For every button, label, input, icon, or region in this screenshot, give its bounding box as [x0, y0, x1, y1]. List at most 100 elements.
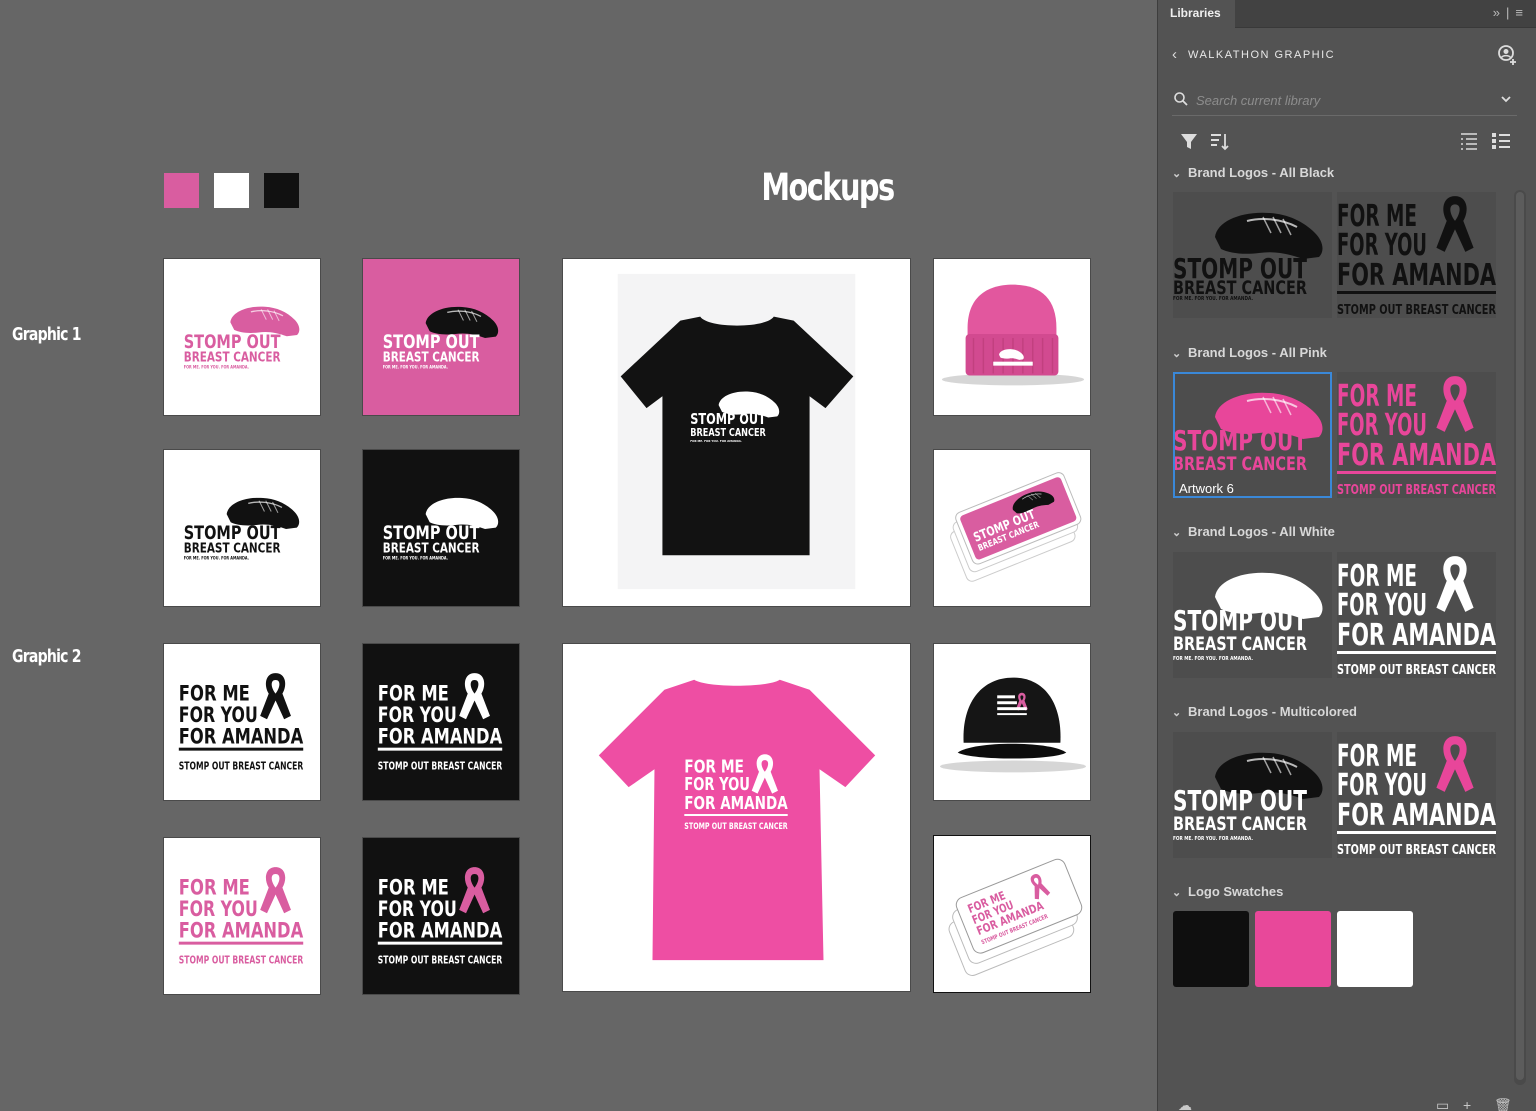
section-multicolored[interactable]: ⌄ Brand Logos - Multicolored — [1172, 704, 1357, 719]
mockup-white-stickers[interactable]: FOR ME FOR YOU FOR AMANDA STOMP OUT BREA… — [933, 835, 1091, 993]
page-title: Mockups — [761, 166, 895, 209]
asset-line2: BREAST CANCER — [1173, 453, 1307, 475]
tile-g2-pink-on-white[interactable]: FOR ME FOR YOU FOR AMANDA STOMP OUT BREA… — [163, 837, 321, 995]
tile-g1-pink-on-white[interactable]: STOMP OUT BREAST CANCER FOR ME. FOR YOU.… — [163, 258, 321, 416]
logo-tag: FOR ME. FOR YOU. FOR AMANDA. — [383, 556, 449, 561]
asset-tag: STOMP OUT BREAST CANCER — [1337, 303, 1496, 318]
swatch-white[interactable] — [214, 173, 249, 208]
mockup-black-cap[interactable] — [933, 643, 1091, 801]
logo-tag: FOR ME. FOR YOU. FOR AMANDA. — [184, 365, 250, 370]
shirt-tag: STOMP OUT BREAST CANCER — [684, 822, 787, 832]
tab-libraries[interactable]: Libraries — [1158, 0, 1235, 29]
menu-icon[interactable]: ≡ — [1515, 5, 1529, 20]
asset-g2-multicolored[interactable]: FOR ME FOR YOU FOR AMANDA STOMP OUT BREA… — [1337, 732, 1496, 858]
logo-line2: BREAST CANCER — [184, 351, 281, 366]
panel-footer: ☁ ▭ + 🗑 — [1158, 1092, 1536, 1111]
row-label-graphic-2: Graphic 2 — [12, 646, 82, 667]
logo-swatch-black[interactable] — [1173, 911, 1249, 987]
section-all-black[interactable]: ⌄ Brand Logos - All Black — [1172, 165, 1334, 180]
section-title-label: Brand Logos - All Pink — [1188, 345, 1327, 360]
section-all-white[interactable]: ⌄ Brand Logos - All White — [1172, 524, 1335, 539]
artboard-canvas[interactable]: Mockups Graphic 1 Graphic 2 STOMP OUT BR… — [0, 0, 1157, 1111]
asset-tag: FOR ME. FOR YOU. FOR AMANDA. — [1173, 836, 1253, 842]
collapse-icon[interactable]: » — [1493, 5, 1506, 20]
back-chevron-icon[interactable]: ‹ — [1172, 46, 1177, 63]
chevron-down-icon: ⌄ — [1172, 707, 1182, 719]
swatch-black[interactable] — [264, 173, 299, 208]
shirt-line2: FOR YOU — [684, 774, 750, 795]
trash-icon[interactable]: 🗑 — [1494, 1097, 1512, 1111]
search-input[interactable] — [1196, 90, 1486, 110]
section-title-label: Logo Swatches — [1188, 884, 1284, 899]
asset-tag: FOR ME. FOR YOU. FOR AMANDA. — [1173, 296, 1253, 302]
panel-scrollbar[interactable] — [1514, 190, 1526, 1085]
logo-line2: BREAST CANCER — [383, 542, 480, 557]
logo-line2: BREAST CANCER — [383, 351, 480, 366]
logo-line3: FOR AMANDA — [179, 919, 304, 944]
list-view-icon[interactable] — [1458, 130, 1480, 152]
logo-swatch-white[interactable] — [1337, 911, 1413, 987]
folder-icon[interactable]: ▭ — [1436, 1097, 1449, 1111]
chevron-down-icon: ⌄ — [1172, 527, 1182, 539]
logo-tag: FOR ME. FOR YOU. FOR AMANDA. — [383, 365, 449, 370]
logo-tag: STOMP OUT BREAST CANCER — [179, 953, 304, 966]
swatch-pink[interactable] — [164, 173, 199, 208]
scrollbar-thumb[interactable] — [1516, 192, 1524, 1080]
filter-icon[interactable] — [1178, 130, 1200, 152]
logo-tag: STOMP OUT BREAST CANCER — [179, 759, 304, 772]
asset-g1-black[interactable]: STOMP OUT BREAST CANCER FOR ME. FOR YOU.… — [1173, 192, 1332, 318]
shirt-tag: FOR ME. FOR YOU. FOR AMANDA. — [690, 439, 742, 443]
logo-swatch-pink[interactable] — [1255, 911, 1331, 987]
asset-line2: BREAST CANCER — [1173, 813, 1307, 835]
tabbar-actions: »|≡ — [1493, 5, 1529, 20]
user-add-icon[interactable] — [1496, 44, 1518, 66]
mockup-pink-tshirt[interactable]: FOR ME FOR YOU FOR AMANDA STOMP OUT BREA… — [562, 643, 911, 992]
tile-g1-on-pink[interactable]: STOMP OUT BREAST CANCER FOR ME. FOR YOU.… — [362, 258, 520, 416]
section-all-pink[interactable]: ⌄ Brand Logos - All Pink — [1172, 345, 1327, 360]
asset-line3: FOR AMANDA — [1337, 258, 1496, 293]
asset-g2-white[interactable]: FOR ME FOR YOU FOR AMANDA STOMP OUT BREA… — [1337, 552, 1496, 678]
logo-line3: FOR AMANDA — [378, 919, 503, 944]
shirt-line3: FOR AMANDA — [684, 793, 788, 814]
asset-g1-pink-selected[interactable]: STOMP OUT BREAST CANCER Artwork 6 — [1173, 372, 1332, 498]
tile-g1-black-on-white[interactable]: STOMP OUT BREAST CANCER FOR ME. FOR YOU.… — [163, 449, 321, 607]
mockup-pink-beanie[interactable] — [933, 258, 1091, 416]
row-label-graphic-1: Graphic 1 — [12, 324, 82, 345]
chevron-down-icon[interactable] — [1499, 92, 1513, 106]
shirt-line2: BREAST CANCER — [690, 426, 766, 439]
asset-line2: BREAST CANCER — [1173, 633, 1307, 655]
add-icon[interactable]: + — [1463, 1097, 1471, 1111]
detail-view-icon[interactable] — [1490, 130, 1512, 152]
tile-g2-multicolor-on-black[interactable]: FOR ME FOR YOU FOR AMANDA STOMP OUT BREA… — [362, 837, 520, 995]
panel-toolbar — [1172, 130, 1517, 156]
logo-tag: STOMP OUT BREAST CANCER — [378, 953, 503, 966]
asset-label: Artwork 6 — [1179, 481, 1234, 496]
asset-tag: STOMP OUT BREAST CANCER — [1337, 663, 1496, 678]
asset-line3: FOR AMANDA — [1337, 798, 1496, 833]
tile-g2-black-on-white[interactable]: FOR ME FOR YOU FOR AMANDA STOMP OUT BREA… — [163, 643, 321, 801]
logo-tag: STOMP OUT BREAST CANCER — [378, 759, 503, 772]
asset-g2-black[interactable]: FOR ME FOR YOU FOR AMANDA STOMP OUT BREA… — [1337, 192, 1496, 318]
chevron-down-icon: ⌄ — [1172, 887, 1182, 899]
asset-line3: FOR AMANDA — [1337, 438, 1496, 473]
asset-tag: STOMP OUT BREAST CANCER — [1337, 843, 1496, 858]
asset-line3: FOR AMANDA — [1337, 618, 1496, 653]
asset-g1-white[interactable]: STOMP OUT BREAST CANCER FOR ME. FOR YOU.… — [1173, 552, 1332, 678]
asset-g1-multicolored[interactable]: STOMP OUT BREAST CANCER FOR ME. FOR YOU.… — [1173, 732, 1332, 858]
asset-tag: FOR ME. FOR YOU. FOR AMANDA. — [1173, 656, 1253, 662]
cloud-icon[interactable]: ☁ — [1178, 1097, 1192, 1111]
section-title-label: Brand Logos - Multicolored — [1188, 704, 1357, 719]
search-icon — [1174, 92, 1188, 106]
logo-tag: FOR ME. FOR YOU. FOR AMANDA. — [184, 556, 250, 561]
mockup-pink-stickers[interactable]: STOMP OUT BREAST CANCER — [933, 449, 1091, 607]
asset-g2-pink[interactable]: FOR ME FOR YOU FOR AMANDA STOMP OUT BREA… — [1337, 372, 1496, 498]
section-title-label: Brand Logos - All White — [1188, 524, 1335, 539]
section-title-label: Brand Logos - All Black — [1188, 165, 1335, 180]
section-logo-swatches[interactable]: ⌄ Logo Swatches — [1172, 884, 1283, 899]
sort-icon[interactable] — [1208, 130, 1230, 152]
tile-g2-white-on-black[interactable]: FOR ME FOR YOU FOR AMANDA STOMP OUT BREA… — [362, 643, 520, 801]
tile-g1-white-on-black[interactable]: STOMP OUT BREAST CANCER FOR ME. FOR YOU.… — [362, 449, 520, 607]
divider: | — [1506, 5, 1516, 20]
mockup-black-tshirt[interactable]: STOMP OUT BREAST CANCER FOR ME. FOR YOU.… — [562, 258, 911, 607]
logo-line3: FOR AMANDA — [179, 725, 304, 750]
